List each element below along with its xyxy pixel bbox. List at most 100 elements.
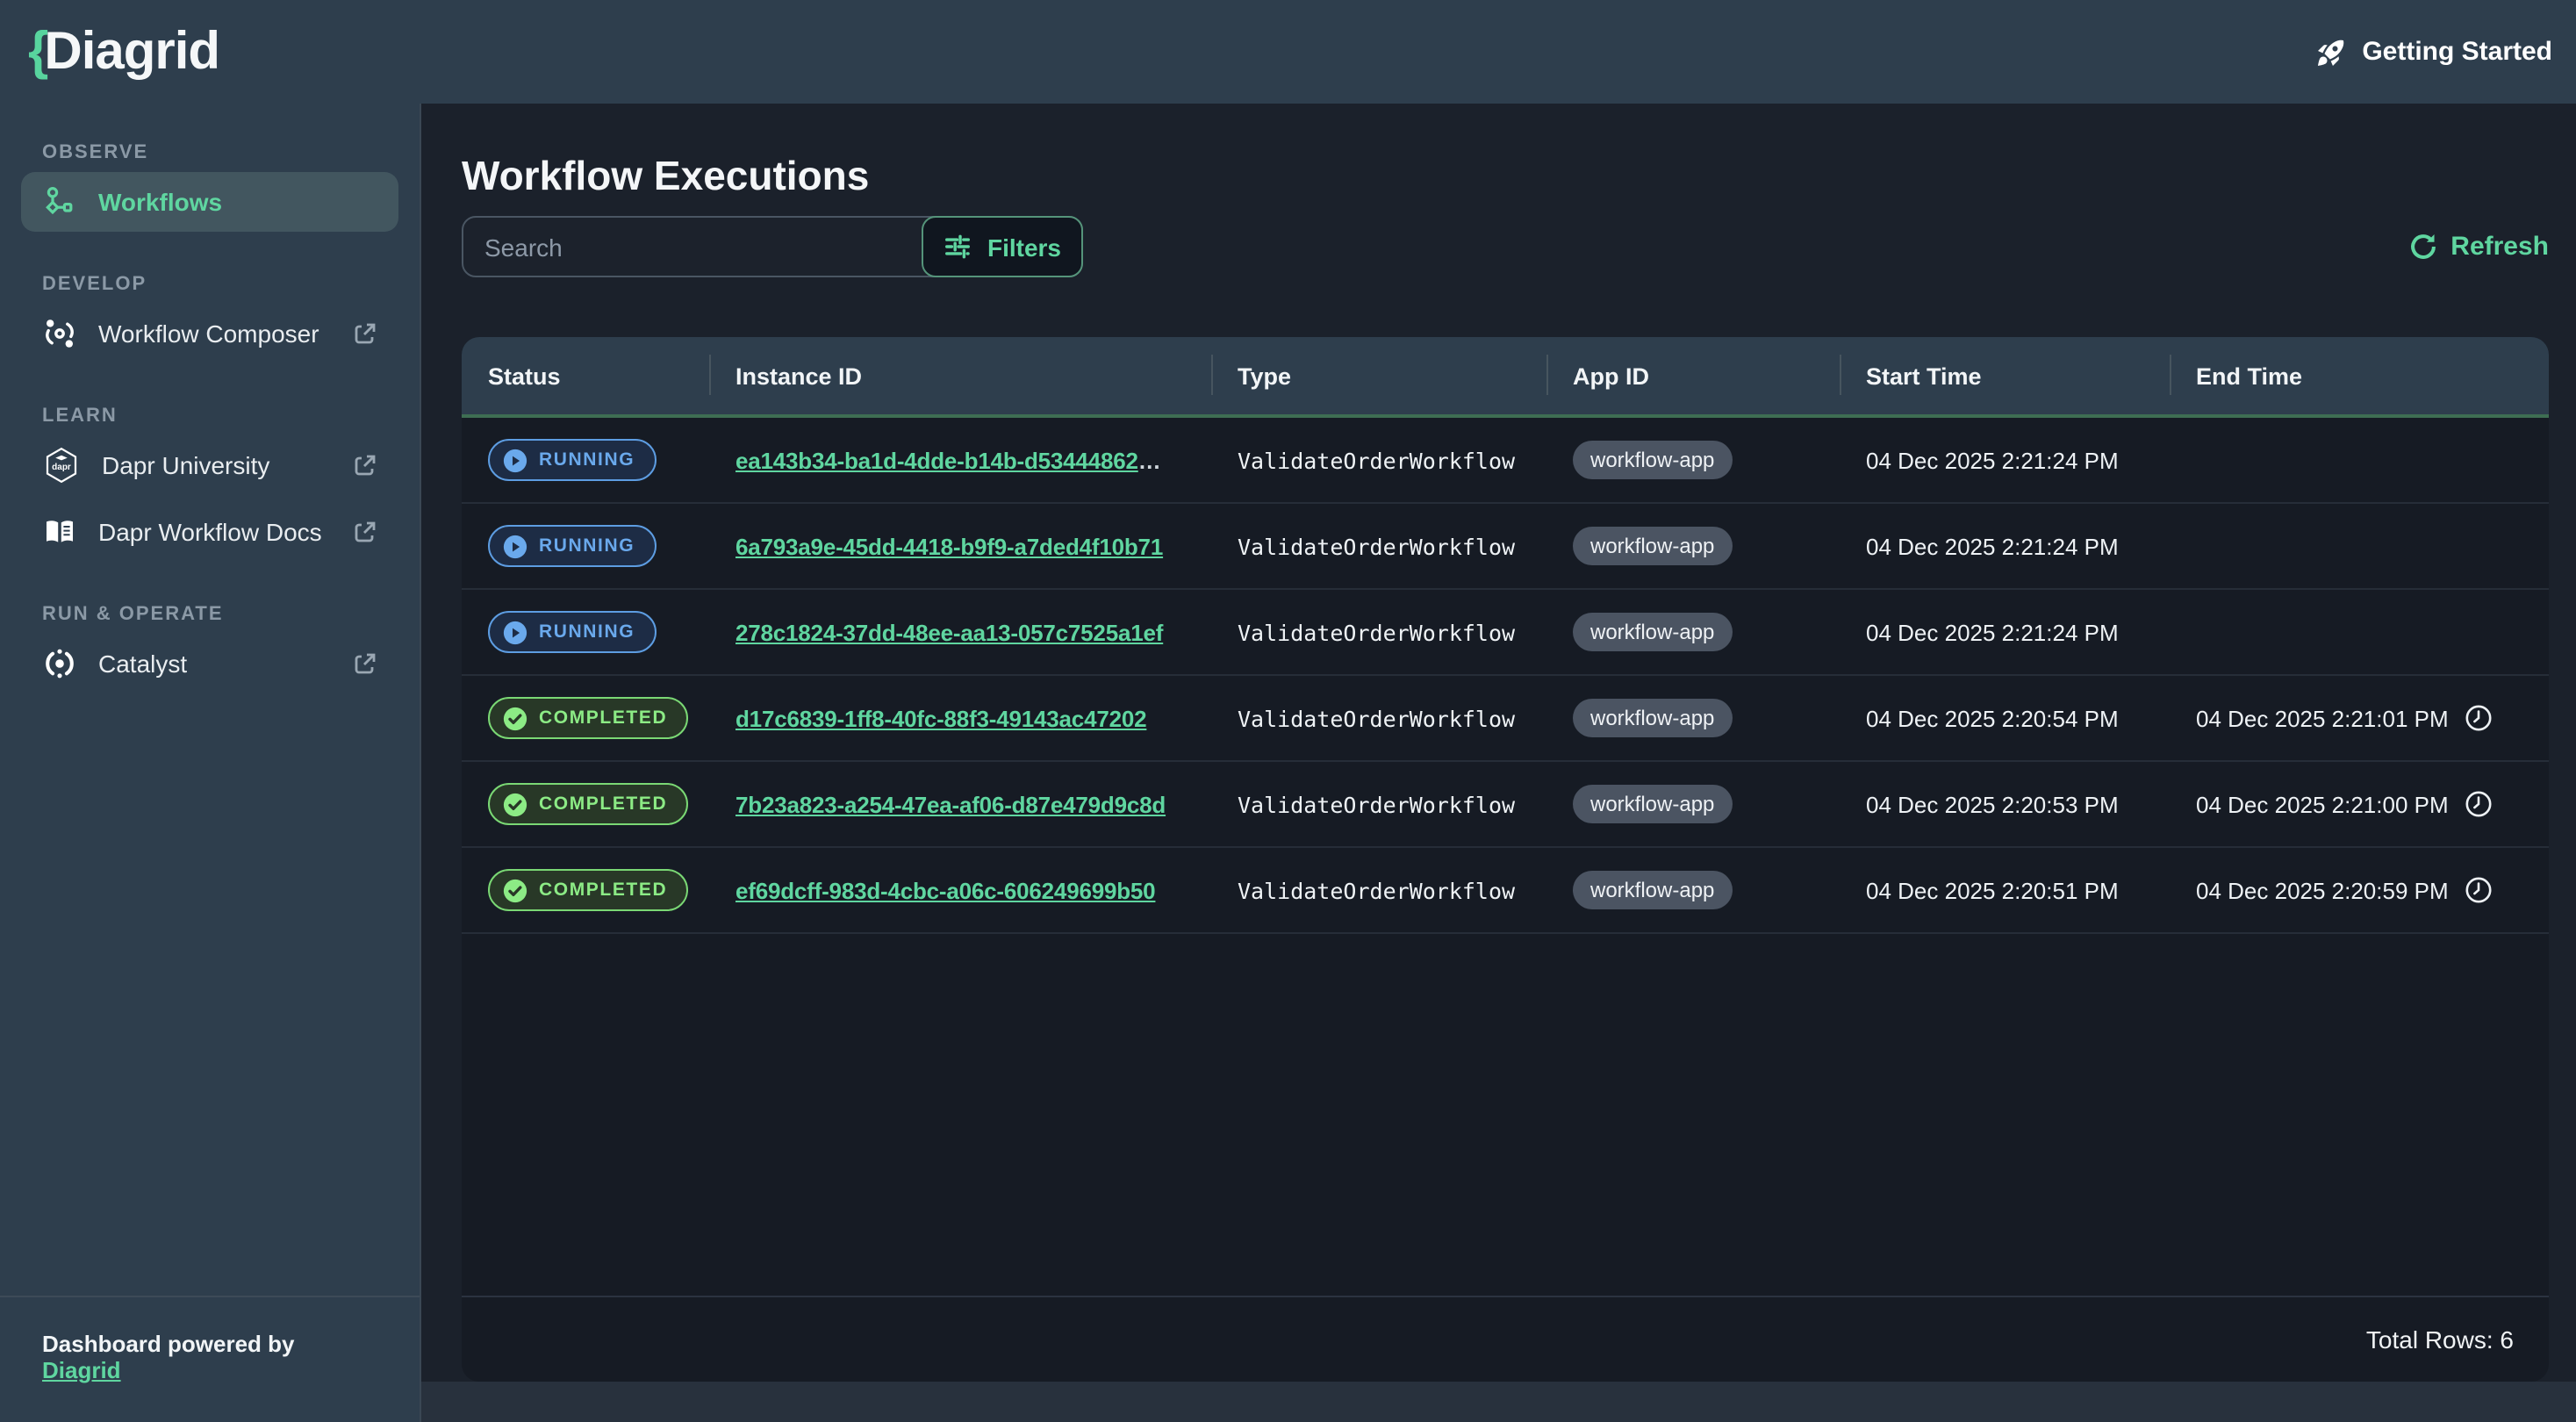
instance-id-link[interactable]: ea143b34-ba1d-4dde-b14b-d53444862 xyxy=(735,447,1138,473)
page-title: Workflow Executions xyxy=(462,151,2549,200)
app-id-badge: workflow-app xyxy=(1573,527,1732,565)
svg-text:dapr: dapr xyxy=(52,463,71,472)
refresh-label: Refresh xyxy=(2450,232,2549,262)
book-icon xyxy=(42,514,77,549)
start-time: 04 Dec 2025 2:21:24 PM xyxy=(1866,533,2119,559)
column-header-type: Type xyxy=(1211,337,1546,414)
status-badge: COMPLETED xyxy=(488,783,688,825)
table-row: COMPLETED 7b23a823-a254-47ea-af06-d87e479… xyxy=(462,762,2549,848)
getting-started-label: Getting Started xyxy=(2362,37,2552,67)
filters-sliders-icon xyxy=(944,232,973,262)
powered-by-text: Dashboard powered by xyxy=(42,1331,295,1357)
sidebar-item-dapr-workflow-docs[interactable]: Dapr Workflow Docs xyxy=(21,502,398,562)
refresh-icon xyxy=(2408,232,2438,262)
table-body: RUNNING ea143b34-ba1d-4dde-b14b-d53444862… xyxy=(462,418,2549,934)
clock-icon xyxy=(2465,704,2493,732)
workflow-type: ValidateOrderWorkflow xyxy=(1238,877,1515,903)
check-icon xyxy=(502,705,528,731)
column-header-instance-id: Instance ID xyxy=(709,337,1211,414)
catalyst-icon xyxy=(42,646,77,681)
clock-icon xyxy=(2465,790,2493,818)
top-header: {Diagrid Getting Started xyxy=(0,0,2576,104)
dapr-university-icon: dapr xyxy=(42,446,81,485)
column-header-app-id: App ID xyxy=(1546,337,1840,414)
status-label: COMPLETED xyxy=(539,707,667,729)
play-icon xyxy=(502,533,528,559)
workflow-type: ValidateOrderWorkflow xyxy=(1238,705,1515,731)
end-time: 04 Dec 2025 2:21:01 PM xyxy=(2196,705,2449,731)
workflow-type: ValidateOrderWorkflow xyxy=(1238,447,1515,473)
workflow-type: ValidateOrderWorkflow xyxy=(1238,619,1515,645)
diagrid-logo: {Diagrid xyxy=(28,22,219,82)
column-header-end-time: End Time xyxy=(2170,337,2549,414)
status-badge: COMPLETED xyxy=(488,869,688,911)
status-label: COMPLETED xyxy=(539,880,667,901)
refresh-button[interactable]: Refresh xyxy=(2408,232,2549,262)
truncation-ellipsis: … xyxy=(1138,447,1161,473)
clock-icon xyxy=(2465,876,2493,904)
end-time: 04 Dec 2025 2:21:00 PM xyxy=(2196,791,2449,817)
check-icon xyxy=(502,791,528,817)
workflow-type: ValidateOrderWorkflow xyxy=(1238,533,1515,559)
filters-button[interactable]: Filters xyxy=(922,216,1083,277)
getting-started-button[interactable]: Getting Started xyxy=(2314,36,2552,68)
sidebar-item-label: Dapr University xyxy=(102,451,269,479)
external-link-icon xyxy=(353,520,377,544)
status-label: COMPLETED xyxy=(539,794,667,815)
play-icon xyxy=(502,447,528,473)
instance-id-link[interactable]: 7b23a823-a254-47ea-af06-d87e479d9c8d xyxy=(735,791,1166,817)
status-badge: RUNNING xyxy=(488,525,656,567)
sidebar-item-label: Workflows xyxy=(98,188,222,216)
column-header-start-time: Start Time xyxy=(1840,337,2170,414)
filters-label: Filters xyxy=(987,233,1061,261)
table-row: COMPLETED d17c6839-1ff8-40fc-88f3-49143ac… xyxy=(462,676,2549,762)
app-id-badge: workflow-app xyxy=(1573,613,1732,651)
play-icon xyxy=(502,619,528,645)
workflow-executions-table: StatusInstance IDTypeApp IDStart TimeEnd… xyxy=(462,337,2549,1382)
external-link-icon xyxy=(353,321,377,346)
status-label: RUNNING xyxy=(539,621,635,643)
sidebar-item-workflow-composer[interactable]: Workflow Composer xyxy=(21,304,398,363)
table-empty-area xyxy=(462,934,2549,1296)
status-badge: RUNNING xyxy=(488,439,656,481)
start-time: 04 Dec 2025 2:20:53 PM xyxy=(1866,791,2119,817)
section-label-develop: DEVELOP xyxy=(42,272,377,297)
diagrid-link[interactable]: Diagrid xyxy=(42,1357,121,1383)
search-container: Filters xyxy=(462,216,1083,277)
workflow-type: ValidateOrderWorkflow xyxy=(1238,791,1515,817)
app-id-badge: workflow-app xyxy=(1573,441,1732,479)
workflow-icon xyxy=(42,184,77,219)
sidebar-item-label: Dapr Workflow Docs xyxy=(98,518,322,546)
table-row: RUNNING ea143b34-ba1d-4dde-b14b-d53444862… xyxy=(462,418,2549,504)
external-link-icon xyxy=(353,651,377,676)
instance-id-link[interactable]: 278c1824-37dd-48ee-aa13-057c7525a1ef xyxy=(735,619,1163,645)
external-link-icon xyxy=(353,453,377,478)
section-label-observe: OBSERVE xyxy=(42,140,377,165)
toolbar: Filters Refresh xyxy=(462,216,2549,277)
app-id-badge: workflow-app xyxy=(1573,871,1732,909)
sidebar-item-workflows[interactable]: Workflows xyxy=(21,172,398,232)
section-label-learn: LEARN xyxy=(42,404,377,428)
instance-id-link[interactable]: ef69dcff-983d-4cbc-a06c-606249699b50 xyxy=(735,877,1155,903)
check-icon xyxy=(502,877,528,903)
table-header-row: StatusInstance IDTypeApp IDStart TimeEnd… xyxy=(462,337,2549,414)
logo-text: Diagrid xyxy=(44,22,219,82)
app-id-badge: workflow-app xyxy=(1573,785,1732,823)
start-time: 04 Dec 2025 2:21:24 PM xyxy=(1866,447,2119,473)
sidebar-item-dapr-university[interactable]: dapr Dapr University xyxy=(21,435,398,495)
instance-id-link[interactable]: 6a793a9e-45dd-4418-b9f9-a7ded4f10b71 xyxy=(735,533,1163,559)
rocket-icon xyxy=(2314,36,2346,68)
start-time: 04 Dec 2025 2:21:24 PM xyxy=(1866,619,2119,645)
instance-id-link[interactable]: d17c6839-1ff8-40fc-88f3-49143ac47202 xyxy=(735,705,1146,731)
section-label-run-operate: RUN & OPERATE xyxy=(42,602,377,627)
table-footer: Total Rows: 6 xyxy=(462,1296,2549,1382)
sidebar-item-label: Workflow Composer xyxy=(98,320,319,348)
sidebar-item-catalyst[interactable]: Catalyst xyxy=(21,634,398,693)
status-badge: RUNNING xyxy=(488,611,656,653)
table-row: RUNNING 278c1824-37dd-48ee-aa13-057c7525a… xyxy=(462,590,2549,676)
composer-nodes-icon xyxy=(42,316,77,351)
total-rows-label: Total Rows: 6 xyxy=(2366,1325,2514,1354)
sidebar-footer: Dashboard powered by Diagrid xyxy=(0,1296,420,1422)
table-row: RUNNING 6a793a9e-45dd-4418-b9f9-a7ded4f10… xyxy=(462,504,2549,590)
sidebar-item-label: Catalyst xyxy=(98,650,187,678)
